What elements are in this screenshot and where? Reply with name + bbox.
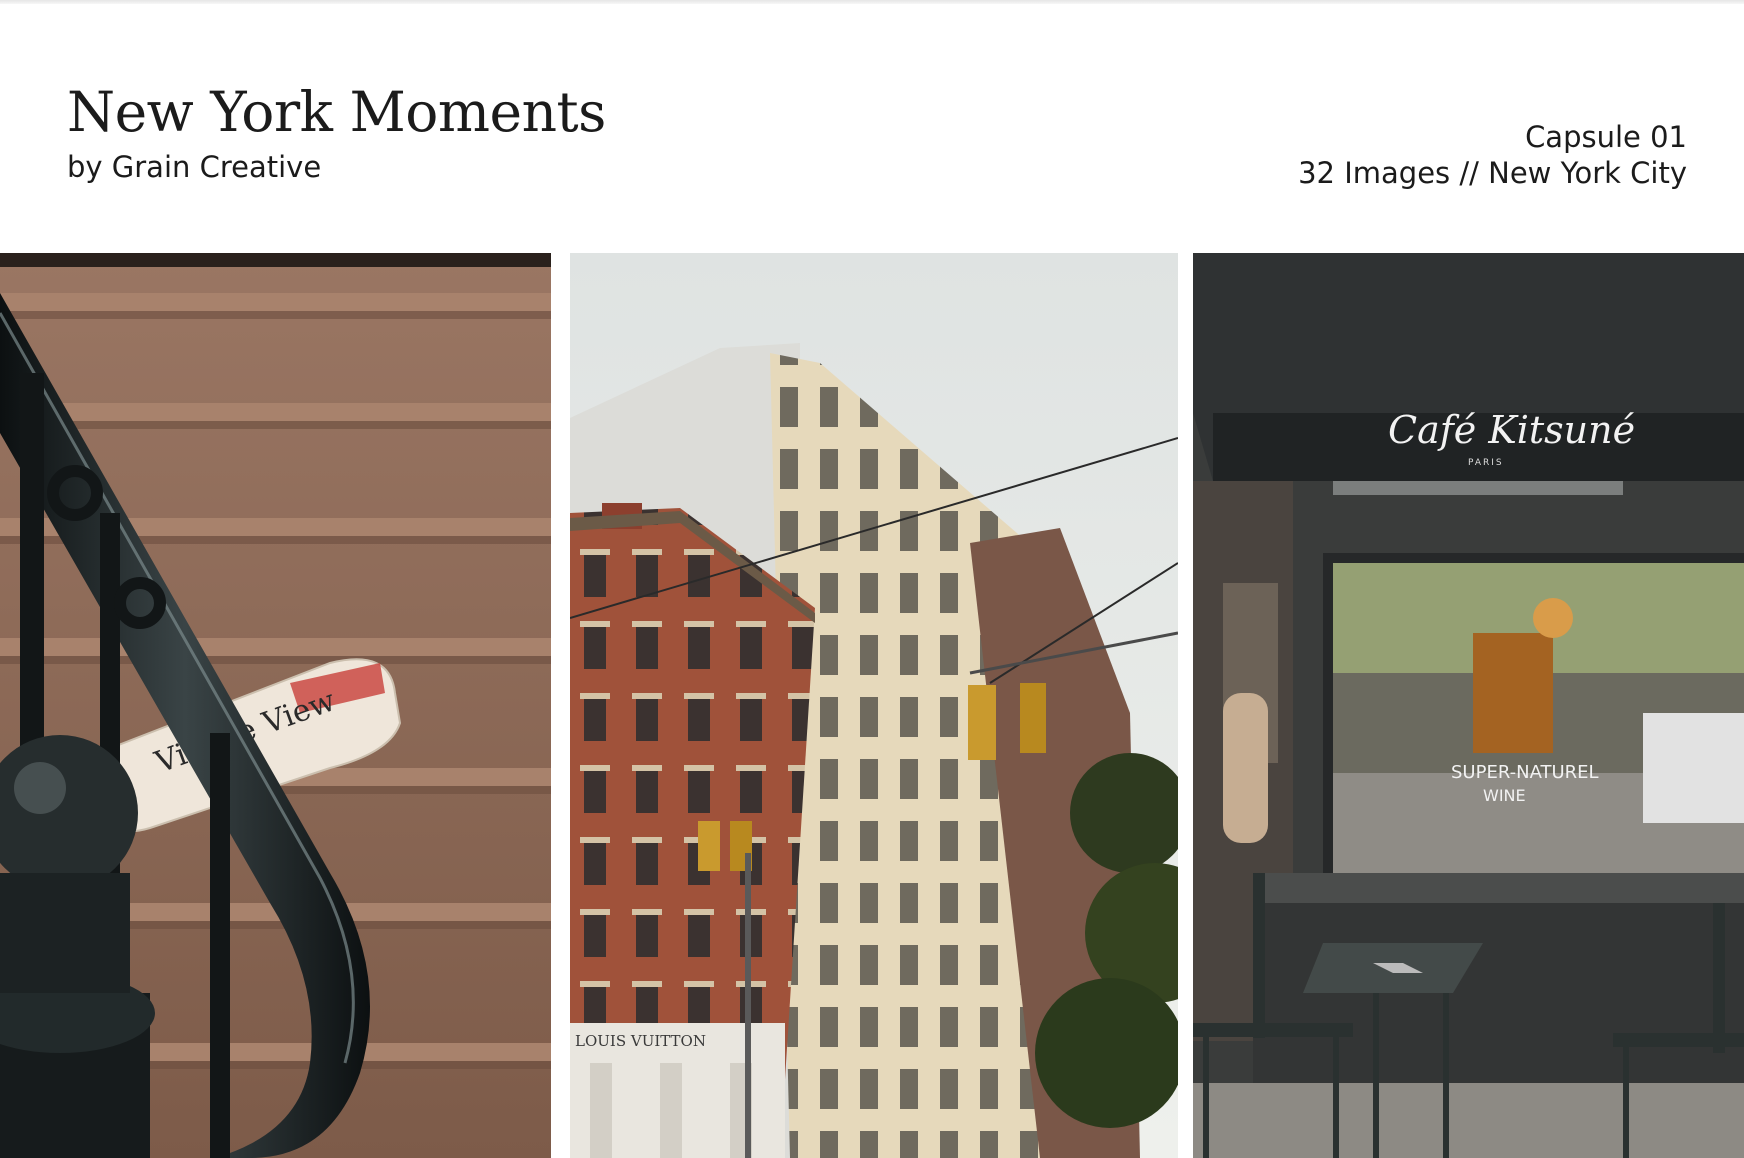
- top-divider: [0, 0, 1744, 4]
- stoop-illustration: Village View: [0, 253, 551, 1158]
- photo-soho-buildings: LOUIS VUITTON: [570, 253, 1178, 1158]
- buildings-illustration: LOUIS VUITTON: [570, 253, 1178, 1158]
- awning-subtext: PARIS: [1468, 458, 1504, 468]
- header-left: New York Moments by Grain Creative: [67, 80, 606, 184]
- page-title: New York Moments: [67, 80, 606, 144]
- cafe-illustration: Café Kitsuné PARIS SUPER-NATUREL WINE: [1193, 253, 1744, 1158]
- photo-stoop-railing: Village View: [0, 253, 551, 1158]
- photo-cafe-storefront: Café Kitsuné PARIS SUPER-NATUREL WINE: [1193, 253, 1744, 1158]
- capsule-label: Capsule 01: [1525, 120, 1687, 154]
- window-lettering-2: WINE: [1483, 786, 1526, 805]
- window-lettering: SUPER-NATUREL: [1451, 762, 1599, 783]
- awning-logo: Café Kitsuné: [1388, 408, 1635, 452]
- capsule-details: 32 Images // New York City: [1298, 156, 1687, 190]
- storefront-sign: LOUIS VUITTON: [575, 1032, 706, 1050]
- author-credit: by Grain Creative: [67, 150, 322, 184]
- header-right: Capsule 01 32 Images // New York City: [1298, 119, 1687, 191]
